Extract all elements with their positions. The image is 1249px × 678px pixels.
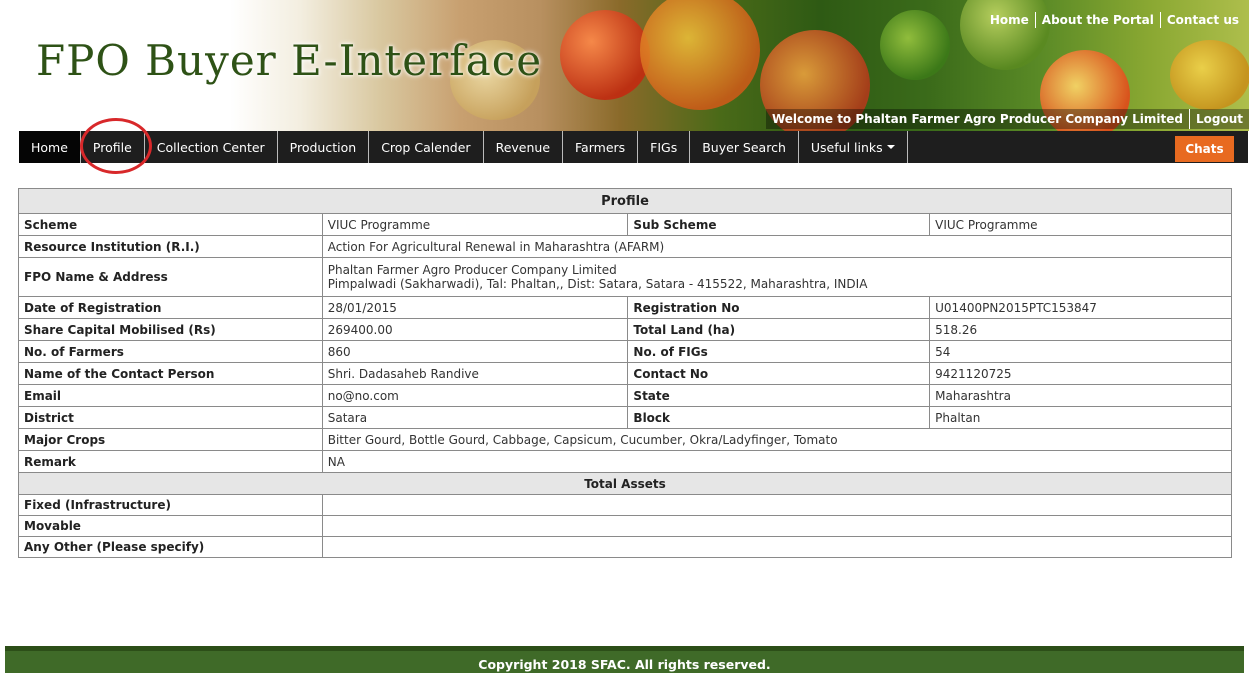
logout-link[interactable]: Logout [1188, 109, 1249, 129]
table-row: Fixed (Infrastructure) [18, 494, 1233, 516]
table-row: Email no@no.com State Maharashtra [18, 384, 1232, 407]
email-value: no@no.com [321, 384, 629, 407]
top-link-contact[interactable]: Contact us [1159, 12, 1245, 28]
profile-table: Profile Scheme VIUC Programme Sub Scheme… [18, 188, 1233, 558]
table-row: Any Other (Please specify) [18, 536, 1233, 558]
fixed-label: Fixed (Infrastructure) [18, 494, 323, 516]
nav-revenue[interactable]: Revenue [484, 131, 564, 163]
nav-home[interactable]: Home [19, 131, 81, 163]
fpo-address: Pimpalwadi (Sakharwadi), Tal: Phaltan,, … [327, 277, 868, 291]
reg-no-value: U01400PN2015PTC153847 [929, 296, 1232, 319]
profile-heading: Profile [18, 188, 1232, 214]
nav-profile[interactable]: Profile [81, 131, 145, 163]
contact-person-label: Name of the Contact Person [18, 362, 323, 385]
table-row: District Satara Block Phaltan [18, 406, 1232, 429]
share-value: 269400.00 [321, 318, 629, 341]
welcome-bar: Welcome to Phaltan Farmer Agro Producer … [765, 109, 1249, 129]
welcome-text: Welcome to Phaltan Farmer Agro Producer … [771, 112, 1183, 126]
remark-label: Remark [18, 450, 323, 473]
banner-produce-image [640, 0, 760, 110]
district-value: Satara [321, 406, 629, 429]
contact-no-value: 9421120725 [929, 362, 1232, 385]
banner-produce-image [880, 10, 950, 80]
reg-no-label: Registration No [627, 296, 931, 319]
block-label: Block [627, 406, 931, 429]
remark-value: NA [321, 450, 1233, 473]
fpo-value: Phaltan Farmer Agro Producer Company Lim… [321, 257, 1233, 297]
nav-useful-links-label: Useful links [810, 139, 883, 155]
banner-produce-image [960, 0, 1050, 70]
reg-date-value: 28/01/2015 [321, 296, 629, 319]
table-row: Movable [18, 515, 1233, 537]
crops-label: Major Crops [18, 428, 323, 451]
contact-person-value: Shri. Dadasaheb Randive [321, 362, 629, 385]
email-label: Email [18, 384, 323, 407]
figs-label: No. of FIGs [627, 340, 931, 363]
table-row: No. of Farmers 860 No. of FIGs 54 [18, 340, 1232, 363]
site-title: FPO Buyer E-Interface [36, 36, 543, 85]
fixed-value [321, 494, 1233, 516]
movable-value [321, 515, 1233, 537]
profile-heading-row: Profile [18, 188, 1232, 214]
state-value: Maharashtra [929, 384, 1232, 407]
fpo-label: FPO Name & Address [18, 257, 323, 297]
ri-value: Action For Agricultural Renewal in Mahar… [321, 235, 1233, 258]
table-row: Remark NA [18, 450, 1233, 473]
caret-down-icon [886, 145, 895, 149]
contact-no-label: Contact No [627, 362, 931, 385]
nav-farmers[interactable]: Farmers [563, 131, 639, 163]
nav-figs[interactable]: FIGs [638, 131, 691, 163]
table-row: Resource Institution (R.I.) Action For A… [18, 235, 1233, 258]
scheme-value: VIUC Programme [321, 213, 629, 236]
district-label: District [18, 406, 323, 429]
table-row: FPO Name & Address Phaltan Farmer Agro P… [18, 257, 1233, 297]
movable-label: Movable [18, 515, 323, 537]
table-row: Date of Registration 28/01/2015 Registra… [18, 296, 1232, 319]
top-links: Home About the Portal Contact us [984, 12, 1245, 28]
table-row: Scheme VIUC Programme Sub Scheme VIUC Pr… [18, 213, 1232, 236]
table-row: Share Capital Mobilised (Rs) 269400.00 T… [18, 318, 1232, 341]
nav-crop-calender[interactable]: Crop Calender [369, 131, 484, 163]
top-link-home[interactable]: Home [984, 12, 1035, 28]
other-label: Any Other (Please specify) [18, 536, 323, 558]
farmers-value: 860 [321, 340, 629, 363]
header-banner: FPO Buyer E-Interface Home About the Por… [0, 0, 1249, 131]
nav-collection-center[interactable]: Collection Center [145, 131, 278, 163]
chats-button[interactable]: Chats [1175, 136, 1234, 162]
nav-buyer-search[interactable]: Buyer Search [690, 131, 799, 163]
farmers-label: No. of Farmers [18, 340, 323, 363]
land-value: 518.26 [929, 318, 1232, 341]
other-value [321, 536, 1233, 558]
sub-scheme-label: Sub Scheme [627, 213, 931, 236]
ri-label: Resource Institution (R.I.) [18, 235, 323, 258]
assets-heading-row: Total Assets [18, 472, 1232, 495]
fpo-name: Phaltan Farmer Agro Producer Company Lim… [327, 263, 617, 277]
share-label: Share Capital Mobilised (Rs) [18, 318, 323, 341]
nav-useful-links[interactable]: Useful links [799, 131, 908, 163]
sub-scheme-value: VIUC Programme [929, 213, 1232, 236]
table-row: Name of the Contact Person Shri. Dadasah… [18, 362, 1232, 385]
crops-value: Bitter Gourd, Bottle Gourd, Cabbage, Cap… [321, 428, 1233, 451]
nav-production[interactable]: Production [278, 131, 370, 163]
table-row: Major Crops Bitter Gourd, Bottle Gourd, … [18, 428, 1233, 451]
block-value: Phaltan [929, 406, 1232, 429]
banner-produce-image [560, 10, 650, 100]
banner-produce-image [1170, 40, 1249, 110]
assets-heading: Total Assets [18, 472, 1232, 495]
copyright-text: Copyright 2018 SFAC. All rights reserved… [478, 657, 771, 672]
main-nav: Home Profile Collection Center Productio… [19, 131, 1248, 163]
scheme-label: Scheme [18, 213, 323, 236]
reg-date-label: Date of Registration [18, 296, 323, 319]
land-label: Total Land (ha) [627, 318, 931, 341]
figs-value: 54 [929, 340, 1232, 363]
footer: Copyright 2018 SFAC. All rights reserved… [5, 646, 1244, 673]
state-label: State [627, 384, 931, 407]
top-link-about[interactable]: About the Portal [1034, 12, 1160, 28]
